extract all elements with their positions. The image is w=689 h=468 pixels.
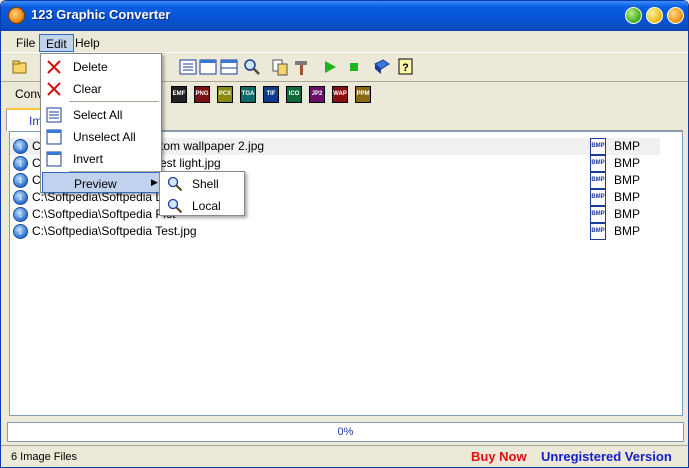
file-target-type: BMP xyxy=(614,207,641,221)
format-tif-button[interactable]: TIF xyxy=(263,86,279,103)
menu-item-preview[interactable]: Preview ▶ xyxy=(42,172,160,193)
box-icon xyxy=(46,151,62,167)
menu-item-unselect-all[interactable]: Unselect All xyxy=(42,126,160,147)
image-count: 6 Image Files xyxy=(11,451,78,463)
maximize-button[interactable] xyxy=(646,7,663,24)
format-jp2-button[interactable]: JP2 xyxy=(309,86,325,103)
stop-icon[interactable] xyxy=(345,58,363,76)
box-icon xyxy=(46,129,62,145)
window-icon[interactable] xyxy=(199,58,217,76)
menu-help[interactable]: Help xyxy=(69,34,106,52)
file-target-type: BMP xyxy=(614,224,641,238)
zoom-icon[interactable] xyxy=(243,58,261,76)
table-row[interactable]: ↓ C:\Softpedia\Softpedia Test.jpg BMP BM… xyxy=(10,223,660,240)
download-arrow-icon: ↓ xyxy=(13,207,28,222)
file-path-tail: tom wallpaper 2.jpg xyxy=(160,139,265,153)
download-arrow-icon: ↓ xyxy=(13,190,28,205)
convert-label: Conv xyxy=(15,87,44,101)
format-png-button[interactable]: PNG xyxy=(194,86,210,103)
bmp-format-icon: BMP xyxy=(590,206,606,223)
submenu-item-local[interactable]: Local xyxy=(161,195,243,216)
minimize-button[interactable] xyxy=(625,7,642,24)
x-icon xyxy=(47,60,61,74)
bmp-format-icon: BMP xyxy=(590,223,606,240)
help-book-icon[interactable] xyxy=(373,58,391,76)
app-logo-icon xyxy=(8,7,25,24)
format-pcx-button[interactable]: PCX xyxy=(217,86,233,103)
split-window-icon[interactable] xyxy=(220,58,238,76)
play-icon[interactable] xyxy=(321,58,339,76)
bmp-format-icon: BMP xyxy=(590,189,606,206)
svg-text:?: ? xyxy=(402,62,409,74)
progress-text: 0% xyxy=(337,426,354,438)
copy-icon[interactable] xyxy=(271,58,289,76)
format-emf-button[interactable]: EMF xyxy=(171,86,187,103)
edit-menu: Delete Clear Select All Unselect All Inv… xyxy=(40,53,162,193)
file-path-tail: est light.jpg xyxy=(160,156,221,170)
unregistered-label: Unregistered Version xyxy=(541,449,672,464)
list-icon xyxy=(46,107,62,123)
menu-item-label: Unselect All xyxy=(73,130,136,144)
format-wap-button[interactable]: WAP xyxy=(332,86,348,103)
magnifier-icon xyxy=(167,176,183,192)
download-arrow-icon: ↓ xyxy=(13,139,28,154)
file-path: C:\Softpedia\Softpedia Test.jpg xyxy=(32,224,197,238)
submenu-arrow-icon: ▶ xyxy=(151,177,158,187)
menu-item-label: Delete xyxy=(73,60,108,74)
menu-item-label: Select All xyxy=(73,108,123,122)
file-target-type: BMP xyxy=(614,190,641,204)
window-title: 123 Graphic Converter xyxy=(31,7,171,22)
submenu-item-shell[interactable]: Shell xyxy=(161,173,243,194)
app-window: 123 Graphic Converter File Edit Help ? C… xyxy=(0,0,689,468)
menu-item-label: Preview xyxy=(74,177,117,191)
submenu-item-label: Local xyxy=(192,199,221,213)
menu-item-clear[interactable]: Clear xyxy=(42,78,160,99)
magnifier-icon xyxy=(167,198,183,214)
format-ppm-button[interactable]: PPM xyxy=(355,86,371,103)
list-view-icon[interactable] xyxy=(179,58,197,76)
bmp-format-icon: BMP xyxy=(590,155,606,172)
table-row[interactable]: ↓ C:\Softpedia\Softpedia Pict BMP BMP xyxy=(10,206,660,223)
close-button[interactable] xyxy=(667,7,684,24)
file-path: C:\Softpedia\Softpedia Pict xyxy=(32,207,176,221)
menu-file[interactable]: File xyxy=(10,34,41,52)
file-target-type: BMP xyxy=(614,173,641,187)
title-bar[interactable]: 123 Graphic Converter xyxy=(1,1,688,31)
menu-item-label: Clear xyxy=(73,82,102,96)
download-arrow-icon: ↓ xyxy=(13,224,28,239)
bmp-format-icon: BMP xyxy=(590,138,606,155)
format-tga-button[interactable]: TGA xyxy=(240,86,256,103)
status-bar: 6 Image Files Buy Now Unregistered Versi… xyxy=(1,445,688,467)
menu-item-invert[interactable]: Invert xyxy=(42,148,160,169)
menu-bar: File Edit Help xyxy=(1,32,688,53)
progress-bar: 0% xyxy=(7,422,684,442)
open-folder-icon[interactable] xyxy=(11,58,29,76)
help-question-icon[interactable]: ? xyxy=(397,58,415,76)
buy-now-link[interactable]: Buy Now xyxy=(471,449,527,464)
download-arrow-icon: ↓ xyxy=(13,156,28,171)
preview-submenu: Shell Local xyxy=(159,171,245,216)
bmp-format-icon: BMP xyxy=(590,172,606,189)
format-ico-button[interactable]: ICO xyxy=(286,86,302,103)
menu-item-label: Invert xyxy=(73,152,104,166)
file-target-type: BMP xyxy=(614,139,641,153)
x-icon xyxy=(47,82,61,96)
submenu-item-label: Shell xyxy=(192,177,219,191)
menu-item-delete[interactable]: Delete xyxy=(42,56,160,77)
menu-separator xyxy=(69,101,159,102)
menu-item-select-all[interactable]: Select All xyxy=(42,104,160,125)
file-target-type: BMP xyxy=(614,156,641,170)
tools-icon[interactable] xyxy=(293,58,311,76)
download-arrow-icon: ↓ xyxy=(13,173,28,188)
